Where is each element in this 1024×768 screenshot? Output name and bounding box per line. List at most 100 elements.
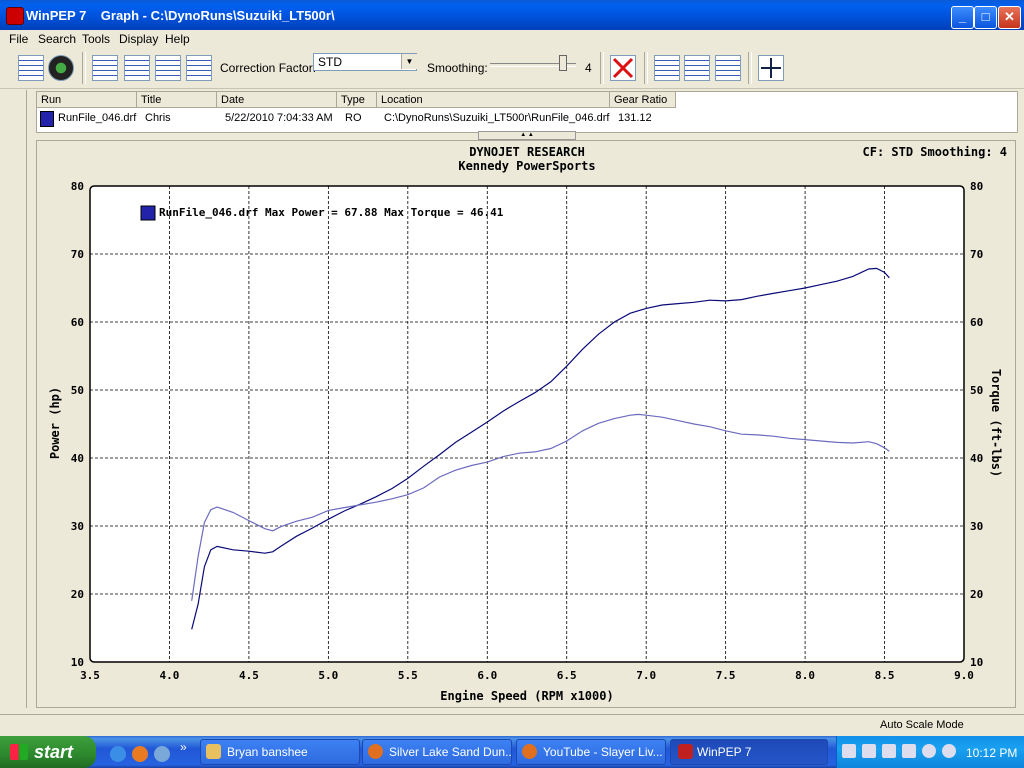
taskbar-item-silver-lake[interactable]: Silver Lake Sand Dun...	[362, 739, 512, 765]
tray-monitor-icon[interactable]	[862, 744, 876, 758]
tray-help-icon[interactable]	[882, 744, 896, 758]
menu-display[interactable]: Display	[119, 32, 158, 46]
y-tick-label: 80	[71, 180, 84, 193]
window-title: WinPEP 7 Graph - C:\DynoRuns\Suzuiki_LT5…	[26, 8, 335, 23]
tray-pen-icon[interactable]	[842, 744, 856, 758]
cell-type[interactable]: RO	[345, 112, 362, 124]
tray-volume-icon[interactable]	[942, 744, 956, 758]
smoothing-slider-thumb[interactable]	[559, 55, 567, 71]
y-tick-label: 70	[71, 248, 84, 261]
x-tick-label: 9.0	[954, 669, 974, 682]
toolbar-separator	[82, 52, 86, 84]
y2-tick-label: 20	[970, 588, 983, 601]
firefox-icon[interactable]	[132, 746, 148, 762]
graph-panel: 3.5 4.0 4.5 5.0 5.5 6.0 6.5 7.0 7.5 8.0 8.5 9.0 10 10…	[36, 140, 1016, 708]
column-header-gear-ratio[interactable]: Gear Ratio	[610, 92, 676, 108]
dyno-chart[interactable]: 3.5 4.0 4.5 5.0 5.5 6.0 6.5 7.0 7.5 8.0 8.5 9.010 10…	[37, 141, 1015, 707]
column-header-run[interactable]: Run	[37, 92, 137, 108]
x-axis-label: Engine Speed (RPM x1000)	[440, 689, 613, 703]
chevron-more-icon[interactable]: »	[180, 740, 187, 754]
x-tick-label: 5.5	[398, 669, 418, 682]
left-panel-strip[interactable]	[8, 90, 27, 708]
gauge-icon[interactable]	[48, 55, 74, 81]
x-tick-label: 8.0	[795, 669, 815, 682]
column-header-date[interactable]: Date	[217, 92, 337, 108]
y-tick-label: 50	[71, 384, 84, 397]
graph-overlay-icon[interactable]	[155, 55, 181, 81]
pan-hand-icon[interactable]	[684, 55, 710, 81]
correction-factor-label: Correction Factor:	[220, 61, 317, 75]
y2-tick-label: 30	[970, 520, 983, 533]
graph-cf-info: CF: STD Smoothing: 4	[863, 145, 1008, 159]
graph-subtitle: Kennedy PowerSports	[458, 159, 595, 173]
run-color-swatch[interactable]	[40, 111, 54, 127]
status-bar	[0, 714, 1024, 737]
menu-file[interactable]: File	[9, 32, 28, 46]
cell-date[interactable]: 5/22/2010 7:04:33 AM	[225, 112, 333, 124]
menu-help[interactable]: Help	[165, 32, 190, 46]
taskbar-item-bryan-banshee[interactable]: Bryan banshee	[200, 739, 360, 765]
close-button[interactable]: ✕	[998, 6, 1021, 29]
maximize-button[interactable]: □	[974, 6, 997, 29]
red-x-icon	[612, 57, 634, 79]
y2-axis-label: Torque (ft-lbs)	[989, 369, 1003, 477]
cell-run[interactable]: RunFile_046.drf	[58, 112, 136, 124]
move-arrows-icon[interactable]	[758, 55, 784, 81]
y2-tick-label: 40	[970, 452, 983, 465]
cell-title[interactable]: Chris	[145, 112, 171, 124]
taskbar-item-youtube[interactable]: YouTube - Slayer Liv...	[516, 739, 666, 765]
ie-icon[interactable]	[110, 746, 126, 762]
x-tick-label: 7.0	[636, 669, 656, 682]
taskbar-item-winpep[interactable]: WinPEP 7	[670, 739, 828, 765]
toolbar-separator	[748, 52, 752, 84]
legend-swatch[interactable]	[140, 205, 156, 221]
graph-power-icon[interactable]	[92, 55, 118, 81]
quicklaunch-icon[interactable]	[154, 746, 170, 762]
panel-splitter[interactable]: ▲ ▲	[478, 131, 576, 140]
winpep-app-icon[interactable]	[6, 7, 24, 25]
toolbar-separator	[644, 52, 648, 84]
smoothing-value: 4	[585, 61, 592, 75]
menu-tools[interactable]: Tools	[82, 32, 110, 46]
cell-gear-ratio[interactable]: 131.12	[618, 112, 652, 124]
cursor-icon[interactable]	[715, 55, 741, 81]
status-text: Auto Scale Mode	[880, 719, 964, 731]
x-tick-label: 6.0	[477, 669, 497, 682]
cell-location[interactable]: C:\DynoRuns\Suzuiki_LT500r\RunFile_046.d…	[384, 112, 609, 124]
x-tick-label: 7.5	[716, 669, 736, 682]
column-header-title[interactable]: Title	[137, 92, 217, 108]
y2-tick-label: 70	[970, 248, 983, 261]
tray-back-icon[interactable]	[922, 744, 936, 758]
plot-area	[89, 185, 965, 663]
x-tick-label: 5.0	[318, 669, 338, 682]
graph-multi-icon[interactable]	[186, 55, 212, 81]
winpep-icon	[678, 744, 693, 759]
minimize-button[interactable]: _	[951, 6, 974, 29]
grid-lines	[89, 185, 965, 663]
y-tick-label: 60	[71, 316, 84, 329]
windows-flag-icon	[10, 744, 28, 760]
y-axis-label: Power (hp)	[48, 387, 62, 459]
y-tick-label: 40	[71, 452, 84, 465]
y-tick-label: 20	[71, 588, 84, 601]
crosshair-arrows-icon	[761, 58, 781, 78]
chevron-down-icon[interactable]: ▼	[401, 54, 417, 69]
x-tick-label: 4.0	[160, 669, 180, 682]
correction-factor-value: STD	[318, 55, 342, 69]
clock: 10:12 PM	[966, 746, 1018, 760]
start-label: start	[34, 742, 74, 762]
column-header-location[interactable]: Location	[377, 92, 610, 108]
x-tick-label: 3.5	[80, 669, 100, 682]
graph-torque-icon[interactable]	[124, 55, 150, 81]
y-tick-label: 30	[71, 520, 84, 533]
y2-tick-label: 50	[970, 384, 983, 397]
menu-search[interactable]: Search	[38, 32, 76, 46]
grid-view-icon[interactable]	[18, 55, 44, 81]
graph-title: DYNOJET RESEARCH	[469, 145, 585, 159]
y2-tick-label: 80	[970, 180, 983, 193]
column-header-type[interactable]: Type	[337, 92, 377, 108]
clear-graph-icon[interactable]	[610, 55, 636, 81]
y2-tick-label: 10	[970, 656, 983, 669]
tray-network-icon[interactable]	[902, 744, 916, 758]
zoom-icon[interactable]	[654, 55, 680, 81]
